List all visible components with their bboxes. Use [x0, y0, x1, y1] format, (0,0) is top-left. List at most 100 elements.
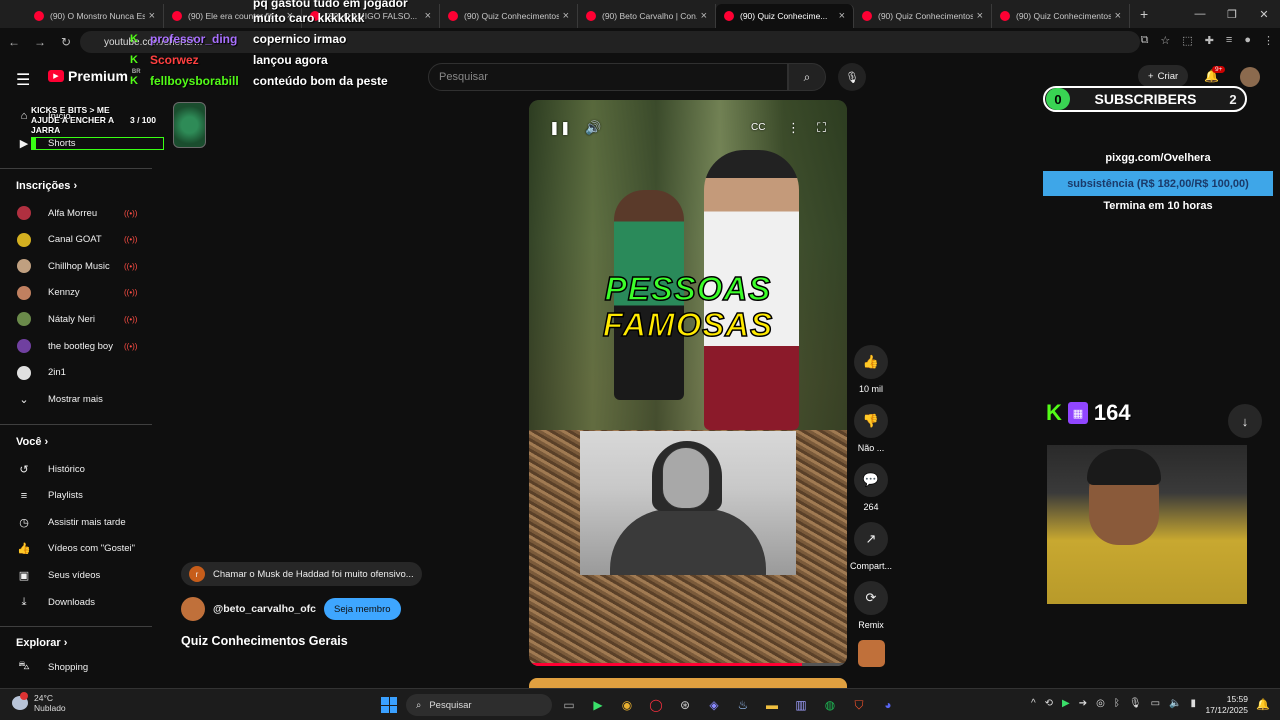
- sidebar-item[interactable]: ▣ Seus vídeos: [0, 562, 152, 588]
- microphone-icon[interactable]: 🎙: [1129, 698, 1142, 709]
- close-tab-icon[interactable]: ×: [701, 10, 707, 22]
- maximize-icon[interactable]: ❐: [1216, 0, 1248, 28]
- next-video-preview[interactable]: [529, 678, 847, 688]
- shorts-video-player[interactable]: PESSOAS FAMOSAS ❚❚ 🔊 CC ⋮ ⛶: [529, 100, 847, 666]
- minimize-icon[interactable]: —: [1184, 0, 1216, 28]
- chat-username: Scorwez: [150, 53, 199, 67]
- close-tab-icon[interactable]: ×: [977, 10, 983, 22]
- sound-source-avatar[interactable]: [858, 640, 885, 667]
- brave-icon[interactable]: ⛉: [850, 696, 868, 714]
- media-player-icon[interactable]: ▶: [589, 696, 607, 714]
- weather-widget[interactable]: 24°C Nublado: [12, 692, 66, 713]
- video-progress-bar[interactable]: [529, 663, 847, 666]
- app-icon[interactable]: ▥: [792, 696, 810, 714]
- clock[interactable]: 15:59 17/12/2025: [1205, 694, 1248, 716]
- fullscreen-icon[interactable]: ⛶: [817, 120, 826, 136]
- search-button[interactable]: ⌕: [788, 63, 826, 91]
- chevron-up-icon[interactable]: ^: [1031, 698, 1036, 709]
- extension-icon[interactable]: ⬚: [1182, 34, 1192, 47]
- sidebar-item[interactable]: ⤓ Downloads: [0, 589, 152, 615]
- task-view-icon[interactable]: ▭: [560, 696, 578, 714]
- sidebar-item[interactable]: ≡ Playlists: [0, 483, 152, 509]
- remix-action[interactable]: ⟳ Remix: [848, 581, 894, 630]
- forward-icon[interactable]: →: [28, 35, 52, 49]
- sidebar-item[interactable]: Chillhop Music ((•)): [0, 253, 152, 279]
- sidebar-item[interactable]: ◷ Assistir mais tarde: [0, 509, 152, 535]
- dislike-action[interactable]: 👎 Não ...: [848, 404, 894, 453]
- you-header[interactable]: Você ›: [16, 436, 48, 448]
- sidebar-item[interactable]: ⛍ Shopping: [0, 654, 152, 680]
- browser-tab[interactable]: (90) Quiz Conhecimentos... ×: [992, 4, 1130, 28]
- sidebar-item[interactable]: Alfa Morreu ((•)): [0, 200, 152, 226]
- comment-preview[interactable]: r Chamar o Musk de Haddad foi muito ofen…: [181, 562, 422, 586]
- live-icon: ((•)): [124, 288, 138, 298]
- battery-icon[interactable]: ▮: [1190, 698, 1196, 709]
- opera-icon[interactable]: ◯: [647, 696, 665, 714]
- voice-search-button[interactable]: 🎙: [838, 63, 866, 91]
- back-icon[interactable]: ←: [2, 35, 26, 49]
- video-title[interactable]: Quiz Conhecimentos Gerais: [181, 634, 348, 648]
- search-input[interactable]: Pesquisar: [428, 63, 788, 91]
- sidebar-item[interactable]: Canal GOAT ((•)): [0, 227, 152, 253]
- chrome-icon[interactable]: ◉: [618, 696, 636, 714]
- join-button[interactable]: Seja membro: [324, 598, 401, 620]
- youtube-premium-logo[interactable]: ▶ Premium BR: [48, 68, 141, 84]
- volume-icon[interactable]: 🔊: [585, 120, 601, 136]
- tray-icon[interactable]: ▶: [1062, 698, 1070, 709]
- windows-start-icon[interactable]: [381, 697, 397, 713]
- sidebar-item[interactable]: the bootleg boy ((•)): [0, 333, 152, 359]
- sidebar-item[interactable]: Kennzy ((•)): [0, 280, 152, 306]
- close-tab-icon[interactable]: ×: [563, 10, 569, 22]
- network-icon[interactable]: ▭: [1151, 698, 1160, 709]
- goal-progress-fill: [32, 138, 36, 149]
- taskbar-search[interactable]: ⌕ Pesquisar: [406, 694, 552, 716]
- browser-tab[interactable]: (90) Quiz Conhecime... ×: [716, 4, 854, 28]
- tray-icon[interactable]: ➔: [1079, 698, 1087, 709]
- account-avatar[interactable]: [1240, 67, 1260, 87]
- sidebar-item[interactable]: ↺ Histórico: [0, 456, 152, 482]
- puzzle-icon[interactable]: ✚: [1205, 34, 1214, 47]
- tray-icon[interactable]: ⟲: [1045, 698, 1053, 709]
- channel-name[interactable]: @beto_carvalho_ofc: [213, 603, 316, 615]
- share-action[interactable]: ↗ Compart...: [848, 522, 894, 571]
- steam-icon[interactable]: ♨: [734, 696, 752, 714]
- comments-action[interactable]: 💬 264: [848, 463, 894, 512]
- captions-icon[interactable]: CC: [751, 122, 765, 133]
- browser-tab[interactable]: (90) Quiz Conhecimentos... ×: [854, 4, 992, 28]
- profile-icon[interactable]: ●: [1244, 34, 1251, 47]
- browser-tab[interactable]: (90) Beto Carvalho | Con... ×: [578, 4, 716, 28]
- notification-center-icon[interactable]: 🔔: [1256, 698, 1270, 711]
- pause-icon[interactable]: ❚❚: [549, 120, 571, 136]
- reload-icon[interactable]: ↻: [54, 35, 78, 49]
- browser-tab[interactable]: (90) Quiz Conhecimentos... ×: [440, 4, 578, 28]
- folder-icon[interactable]: ▬: [763, 696, 781, 714]
- menu-dots-icon[interactable]: ⋮: [1263, 34, 1274, 47]
- sidebar-item[interactable]: ⌄ Mostrar mais: [0, 386, 152, 412]
- channel-avatar[interactable]: [181, 597, 205, 621]
- close-window-icon[interactable]: ✕: [1248, 0, 1280, 28]
- subscriptions-header[interactable]: Inscrições ›: [16, 180, 77, 192]
- media-icon[interactable]: ≡: [1226, 34, 1232, 47]
- create-button[interactable]: + Criar: [1138, 65, 1189, 87]
- tray-icon[interactable]: ◎: [1096, 698, 1105, 709]
- sidebar-item-label: Canal GOAT: [48, 234, 102, 246]
- sidebar-item[interactable]: 👍 Vídeos com "Gostei": [0, 536, 152, 562]
- bookmark-star-icon[interactable]: ☆: [1160, 34, 1170, 47]
- explore-header[interactable]: Explorar ›: [16, 637, 67, 649]
- close-tab-icon[interactable]: ×: [1115, 10, 1121, 22]
- spotify-icon[interactable]: ◍: [821, 696, 839, 714]
- new-tab-icon[interactable]: +: [1140, 6, 1148, 22]
- sidebar-item[interactable]: Nátaly Neri ((•)): [0, 306, 152, 332]
- install-icon[interactable]: ⧉: [1141, 34, 1149, 47]
- next-short-button[interactable]: ↓: [1228, 404, 1262, 438]
- volume-icon[interactable]: 🔈: [1169, 698, 1181, 709]
- like-action[interactable]: 👍 10 mil: [848, 345, 894, 394]
- app-icon[interactable]: ◈: [705, 696, 723, 714]
- app-icon[interactable]: ⊛: [676, 696, 694, 714]
- sidebar-item[interactable]: 2in1: [0, 360, 152, 386]
- hamburger-menu-icon[interactable]: ☰: [16, 70, 30, 90]
- discord-icon[interactable]: ◕: [879, 696, 897, 714]
- more-options-icon[interactable]: ⋮: [787, 120, 800, 136]
- close-tab-icon[interactable]: ×: [839, 10, 845, 22]
- bluetooth-icon[interactable]: ᛒ: [1114, 698, 1120, 709]
